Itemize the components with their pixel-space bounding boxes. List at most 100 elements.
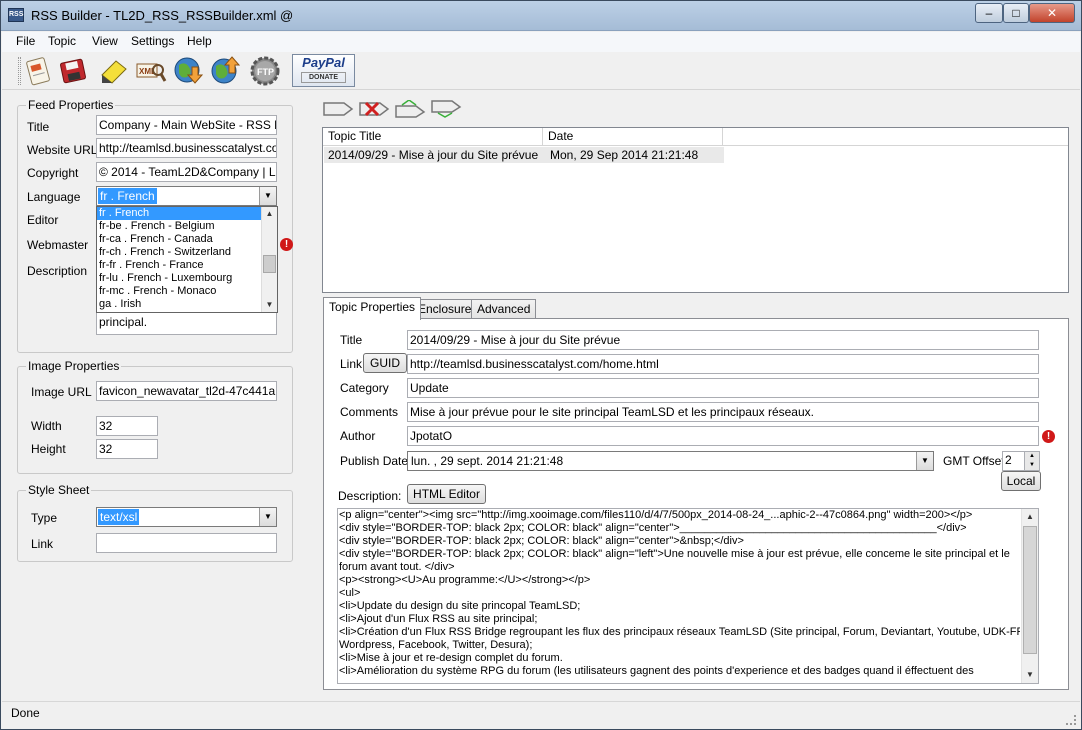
list-item[interactable]: fr-mc . French - Monaco — [97, 285, 261, 298]
ftp-gear-icon[interactable]: FTP — [249, 55, 281, 87]
image-url-field[interactable]: favicon_newavatar_tl2d-47c441a.ico — [96, 381, 277, 401]
rss-app-icon: RSS — [8, 8, 24, 22]
list-item[interactable]: fr . French — [97, 207, 261, 220]
globe-upload-icon[interactable] — [209, 55, 241, 87]
stylesheet-type-label: Type — [31, 511, 58, 525]
feed-title-label: Title — [27, 120, 50, 134]
topic-list-header: Topic Title Date — [323, 128, 1068, 146]
local-button[interactable]: Local — [1001, 471, 1041, 491]
author-label: Author — [340, 429, 376, 443]
tab-advanced[interactable]: Advanced — [471, 299, 537, 319]
minimize-button[interactable]: – — [975, 3, 1003, 23]
resize-grip-icon[interactable] — [1066, 715, 1076, 725]
close-button[interactable]: ✕ — [1029, 3, 1075, 23]
list-item[interactable]: fr-ch . French - Switzerland — [97, 246, 261, 259]
column-topic-title[interactable]: Topic Title — [323, 128, 543, 146]
description-line: <li>Création d'un Flux RSS Bridge regrou… — [339, 626, 1020, 638]
chevron-down-icon[interactable]: ▼ — [259, 187, 276, 205]
feed-title-field[interactable]: Company - Main WebSite - RSS Feed — [96, 115, 277, 135]
list-item[interactable]: fr-be . French - Belgium — [97, 220, 261, 233]
topic-description-editor[interactable]: <p align="center"><img src="http://img.x… — [337, 508, 1039, 684]
list-item[interactable]: ga . Irish — [97, 298, 261, 311]
description-line: <li>Mise à jour et re-design complet du … — [339, 652, 563, 664]
category-field[interactable]: Update — [407, 378, 1039, 398]
gmt-offset-label: GMT Offset — [943, 454, 1005, 468]
guid-button[interactable]: GUID — [363, 353, 407, 373]
copyright-field[interactable]: © 2014 - TeamL2D&Company | Lean — [96, 162, 277, 182]
website-url-field[interactable]: http://teamlsd.businesscatalyst.com — [96, 138, 277, 158]
table-row[interactable]: 2014/09/29 - Mise à jour du Site prévue … — [324, 147, 724, 163]
chevron-down-icon[interactable]: ▼ — [259, 508, 276, 526]
toolbar-separator — [18, 57, 21, 85]
stylesheet-link-field[interactable] — [96, 533, 277, 553]
title-bar[interactable]: RSS RSS Builder - TL2D_RSS_RSSBuilder.xm… — [1, 1, 1081, 31]
description-line: <p><strong><U>Au programme:</U></strong>… — [339, 574, 591, 586]
chevron-down-icon[interactable]: ▼ — [916, 452, 933, 470]
comments-label: Comments — [340, 405, 399, 419]
menu-settings[interactable]: Settings — [131, 34, 174, 48]
scroll-up-icon[interactable]: ▲ — [262, 207, 277, 221]
language-dropdown-list: fr . French fr-be . French - Belgium fr-… — [96, 206, 278, 313]
description-label: Description — [27, 264, 88, 278]
website-url-label: Website URL — [27, 143, 98, 157]
language-label: Language — [27, 190, 81, 204]
image-height-field[interactable]: 32 — [96, 439, 158, 459]
scroll-down-icon[interactable]: ▼ — [262, 298, 277, 312]
move-topic-up-icon[interactable] — [394, 100, 426, 118]
gmt-offset-stepper[interactable]: 2 ▲ ▼ — [1002, 451, 1040, 471]
tab-enclosure[interactable]: Enclosure — [412, 299, 478, 319]
menu-file[interactable]: File — [16, 34, 35, 48]
stylesheet-type-select[interactable]: text/xsl ▼ — [96, 507, 277, 527]
move-topic-down-icon[interactable] — [430, 100, 462, 118]
topic-link-field[interactable]: http://teamlsd.businesscatalyst.com/home… — [407, 354, 1039, 374]
description-line: <li>Amélioration du système RPG du forum… — [339, 665, 974, 677]
menu-topic[interactable]: Topic — [48, 34, 76, 48]
tab-topic-properties[interactable]: Topic Properties — [323, 297, 422, 320]
menu-help[interactable]: Help — [187, 34, 212, 48]
list-item[interactable]: fr-ca . French - Canada — [97, 233, 261, 246]
list-item[interactable]: fr-lu . French - Luxembourg — [97, 272, 261, 285]
author-field[interactable]: JpotatO — [407, 426, 1039, 446]
scroll-up-icon[interactable]: ▲ — [1022, 509, 1038, 525]
globe-download-icon[interactable] — [172, 55, 204, 87]
topic-title-label: Title — [340, 333, 363, 347]
comments-field[interactable]: Mise à jour prévue pour le site principa… — [407, 402, 1039, 422]
add-topic-icon[interactable] — [322, 100, 354, 118]
app-window: RSS RSS Builder - TL2D_RSS_RSSBuilder.xm… — [0, 0, 1082, 730]
feed-description-field[interactable]: principal. — [96, 311, 277, 335]
stepper-down-icon[interactable]: ▼ — [1024, 461, 1039, 470]
scroll-thumb[interactable] — [263, 255, 276, 273]
category-label: Category — [340, 381, 389, 395]
xml-search-icon[interactable]: XML — [135, 55, 167, 87]
description-line: <p align="center"><img src="http://img.x… — [339, 509, 973, 521]
topic-list[interactable]: Topic Title Date 2014/09/29 - Mise à jou… — [322, 127, 1069, 293]
html-editor-button[interactable]: HTML Editor — [407, 484, 486, 504]
paypal-brand: PayPal — [302, 55, 345, 70]
new-feed-icon[interactable] — [23, 55, 55, 87]
description-scrollbar[interactable]: ▲ ▼ — [1021, 509, 1038, 683]
dropdown-scrollbar[interactable]: ▲ ▼ — [261, 207, 277, 312]
menu-view[interactable]: View — [92, 34, 118, 48]
list-item[interactable]: fr-fr . French - France — [97, 259, 261, 272]
edit-icon[interactable] — [98, 55, 130, 87]
delete-topic-icon[interactable] — [358, 100, 390, 118]
description-line: <ul> — [339, 587, 361, 599]
topic-link-label: Link — [340, 357, 363, 371]
description-line: <li>Ajout d'un Flux RSS au site principa… — [339, 613, 538, 625]
scroll-down-icon[interactable]: ▼ — [1022, 667, 1038, 683]
image-width-field[interactable]: 32 — [96, 416, 158, 436]
window-title: RSS Builder - TL2D_RSS_RSSBuilder.xml @ — [31, 8, 294, 23]
publish-date-label: Publish Date — [340, 454, 409, 468]
publish-date-picker[interactable]: lun. , 29 sept. 2014 21:21:48 ▼ — [407, 451, 934, 471]
stepper-up-icon[interactable]: ▲ — [1024, 452, 1039, 461]
description-line: <div style="BORDER-TOP: black 2px; COLOR… — [339, 522, 967, 534]
topic-title-field[interactable]: 2014/09/29 - Mise à jour du Site prévue — [407, 330, 1039, 350]
paypal-donate-button[interactable]: PayPal DONATE — [292, 54, 355, 87]
scroll-thumb[interactable] — [1023, 526, 1037, 654]
language-select[interactable]: fr . French ▼ — [96, 186, 277, 206]
topic-description-label: Description: — [338, 489, 402, 503]
save-icon[interactable] — [57, 55, 89, 87]
column-date[interactable]: Date — [543, 128, 723, 146]
gmt-offset-value: 2 — [1005, 453, 1012, 467]
maximize-button[interactable]: □ — [1003, 3, 1029, 23]
